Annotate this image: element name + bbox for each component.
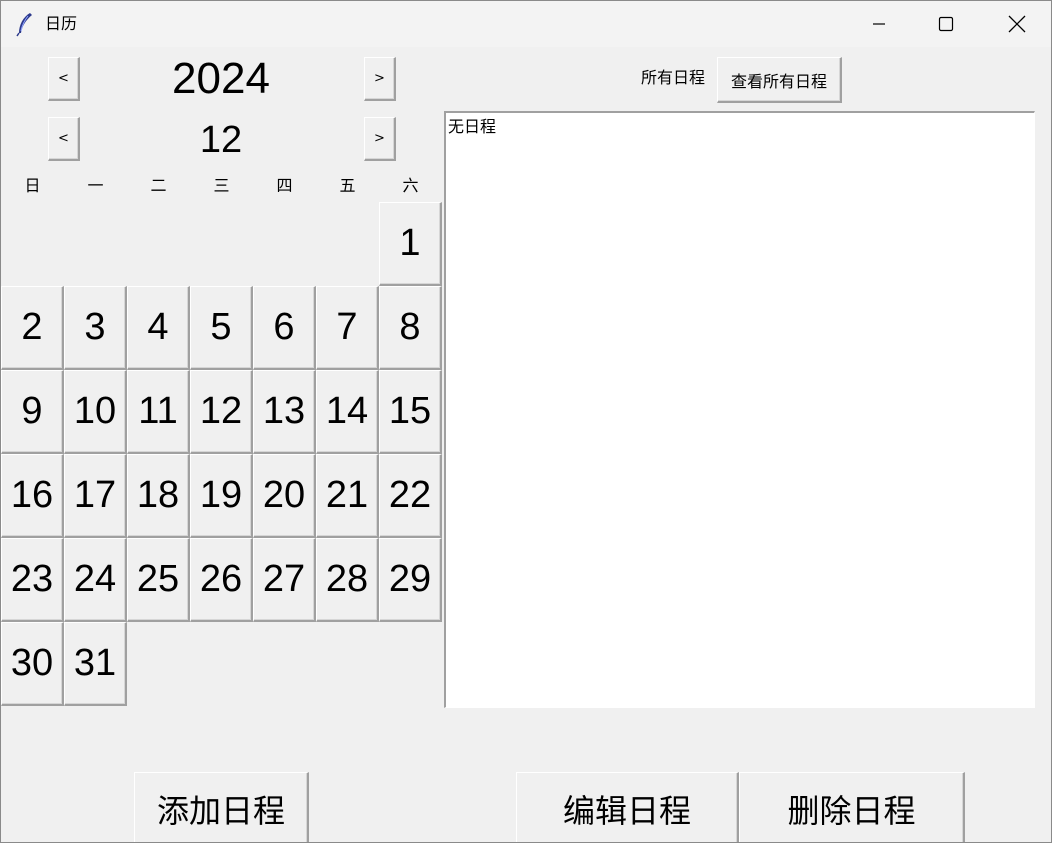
- close-icon: [1008, 15, 1026, 33]
- day-button-20[interactable]: 20: [253, 454, 316, 538]
- next-year-button[interactable]: >: [364, 57, 396, 101]
- day-button-22[interactable]: 22: [379, 454, 442, 538]
- day-button-31[interactable]: 31: [64, 622, 127, 706]
- day-button-14[interactable]: 14: [316, 370, 379, 454]
- minimize-button[interactable]: [844, 1, 914, 47]
- day-button-6[interactable]: 6: [253, 286, 316, 370]
- weekday-header-mon: 一: [87, 176, 104, 195]
- view-all-schedules-button[interactable]: 查看所有日程: [717, 57, 842, 103]
- window-title: 日历: [45, 14, 78, 33]
- day-button-30[interactable]: 30: [1, 622, 64, 706]
- maximize-icon: [938, 16, 954, 32]
- day-button-1[interactable]: 1: [379, 202, 442, 286]
- schedule-empty-text: 无日程: [448, 117, 497, 136]
- add-schedule-button[interactable]: 添加日程: [134, 772, 309, 842]
- weekday-header-fri: 五: [339, 176, 356, 195]
- year-display: 2024: [172, 54, 270, 103]
- day-button-28[interactable]: 28: [316, 538, 379, 622]
- day-button-13[interactable]: 13: [253, 370, 316, 454]
- day-button-23[interactable]: 23: [1, 538, 64, 622]
- next-month-button[interactable]: >: [364, 117, 396, 161]
- day-button-5[interactable]: 5: [190, 286, 253, 370]
- day-button-17[interactable]: 17: [64, 454, 127, 538]
- weekday-header-thu: 四: [276, 176, 293, 195]
- day-button-29[interactable]: 29: [379, 538, 442, 622]
- day-button-26[interactable]: 26: [190, 538, 253, 622]
- feather-icon: [15, 11, 35, 37]
- day-button-24[interactable]: 24: [64, 538, 127, 622]
- day-button-19[interactable]: 19: [190, 454, 253, 538]
- maximize-button[interactable]: [911, 1, 981, 47]
- schedule-list[interactable]: 无日程: [444, 111, 1035, 708]
- day-button-4[interactable]: 4: [127, 286, 190, 370]
- day-button-2[interactable]: 2: [1, 286, 64, 370]
- day-button-25[interactable]: 25: [127, 538, 190, 622]
- month-display: 12: [199, 119, 243, 161]
- day-button-16[interactable]: 16: [1, 454, 64, 538]
- day-button-12[interactable]: 12: [190, 370, 253, 454]
- edit-schedule-button[interactable]: 编辑日程: [516, 772, 739, 842]
- weekday-header-sun: 日: [24, 176, 41, 195]
- day-button-18[interactable]: 18: [127, 454, 190, 538]
- day-button-21[interactable]: 21: [316, 454, 379, 538]
- day-button-8[interactable]: 8: [379, 286, 442, 370]
- day-button-9[interactable]: 9: [1, 370, 64, 454]
- all-schedules-label: 所有日程: [641, 68, 706, 87]
- day-button-7[interactable]: 7: [316, 286, 379, 370]
- prev-year-button[interactable]: <: [48, 57, 80, 101]
- weekday-header-tue: 二: [150, 176, 167, 195]
- day-button-15[interactable]: 15: [379, 370, 442, 454]
- title-bar: 日历: [1, 1, 1051, 47]
- close-button[interactable]: [982, 1, 1051, 47]
- day-button-10[interactable]: 10: [64, 370, 127, 454]
- prev-month-button[interactable]: <: [48, 117, 80, 161]
- weekday-header-wed: 三: [213, 176, 230, 195]
- delete-schedule-button[interactable]: 删除日程: [739, 772, 965, 842]
- day-button-11[interactable]: 11: [127, 370, 190, 454]
- day-button-3[interactable]: 3: [64, 286, 127, 370]
- day-button-27[interactable]: 27: [253, 538, 316, 622]
- calendar-window: 日历 < 2024 > < 12 > 日 一 二 三 四 五 六 1 2 3 4…: [0, 0, 1052, 843]
- minimize-icon: [871, 16, 887, 32]
- weekday-header-sat: 六: [402, 176, 419, 195]
